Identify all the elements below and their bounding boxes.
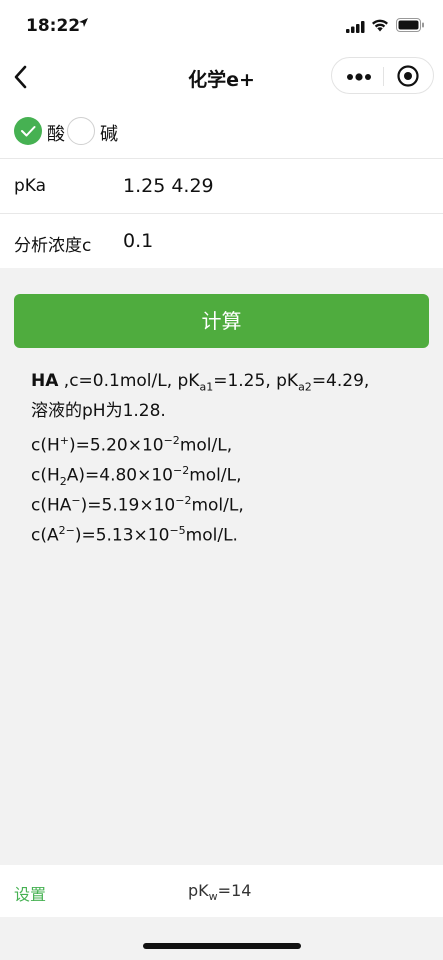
- concentration-label: 分析浓度c: [14, 236, 92, 256]
- acid-base-selector: 酸 碱: [0, 102, 443, 159]
- location-arrow-icon: [78, 17, 89, 31]
- result-line-h2a: c(H2A)=4.80×10−2mol/L,: [31, 464, 242, 489]
- wifi-icon: [371, 17, 389, 36]
- status-time: 18:22: [26, 16, 81, 36]
- result-species: HA: [31, 371, 59, 391]
- result-line-h: c(H+)=5.20×10−2mol/L,: [31, 434, 233, 456]
- concentration-row: 分析浓度c: [0, 214, 443, 268]
- bottom-bar: 设置 pKw=14: [0, 865, 443, 917]
- checkmark-icon: [21, 126, 36, 137]
- more-options-icon[interactable]: [345, 69, 373, 83]
- signal-icon: [346, 18, 366, 37]
- status-bar: 18:22: [0, 0, 443, 52]
- base-radio[interactable]: [67, 117, 95, 145]
- result-line-params: HA ,c=0.1mol/L, pKa1=1.25, pKa2=4.29,: [31, 371, 370, 394]
- pka-label: pKa: [14, 176, 47, 196]
- concentration-input[interactable]: [123, 224, 423, 258]
- capsule-divider: [383, 67, 384, 86]
- result-line-ha: c(HA−)=5.19×10−2mol/L,: [31, 494, 244, 516]
- result-line-a: c(A2−)=5.13×10−5mol/L.: [31, 524, 238, 546]
- miniprogram-capsule: [331, 57, 434, 94]
- acid-label: 酸: [47, 124, 65, 145]
- close-miniprogram-icon[interactable]: [396, 64, 420, 88]
- pka-input[interactable]: [123, 169, 423, 203]
- settings-link[interactable]: 设置: [14, 881, 46, 905]
- result-panel: HA ,c=0.1mol/L, pKa1=1.25, pKa2=4.29, 溶液…: [31, 369, 431, 549]
- result-line-ph: 溶液的pH为1.28.: [31, 401, 166, 421]
- base-label: 碱: [100, 124, 118, 145]
- calculate-button[interactable]: 计算: [14, 294, 429, 348]
- battery-icon: [396, 17, 425, 36]
- pka-row: pKa: [0, 159, 443, 214]
- pkw-value: pKw=14: [188, 881, 252, 904]
- nav-bar: 化学e+: [0, 52, 443, 102]
- home-indicator[interactable]: [143, 943, 301, 949]
- acid-radio[interactable]: [14, 117, 42, 145]
